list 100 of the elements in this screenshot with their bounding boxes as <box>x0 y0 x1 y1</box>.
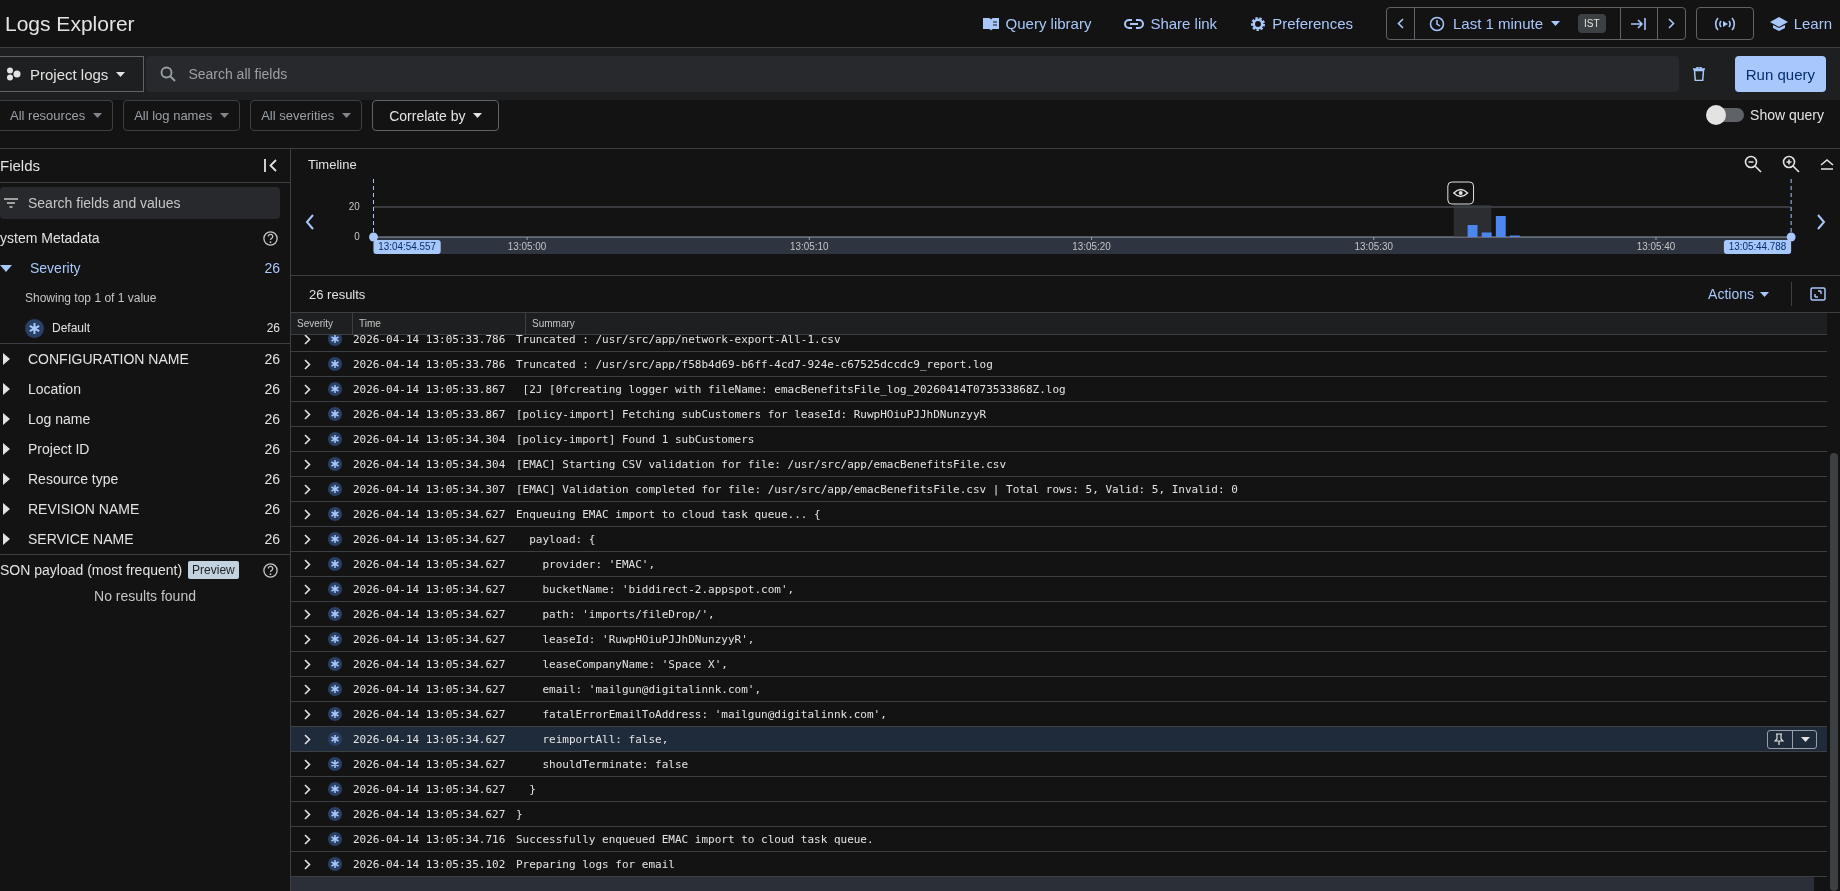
chevron-right-icon[interactable] <box>304 358 311 370</box>
summary-cell-text: [policy-import] Fetching subCustomers for leaseId: RuwpHOiuPJJhDNunzyyR <box>516 407 988 421</box>
filter-dropdown[interactable]: All resources <box>0 100 114 131</box>
chevron-right-icon[interactable] <box>304 683 311 695</box>
chevron-right-icon[interactable] <box>304 733 311 745</box>
chevron-right-icon[interactable] <box>1816 213 1826 230</box>
chevron-right-icon[interactable] <box>304 658 311 670</box>
actions-dropdown[interactable]: Actions <box>1708 282 1792 306</box>
default-severity-icon <box>328 782 342 796</box>
summary-cell-text: [policy-import] Found 1 subCustomers <box>516 432 756 446</box>
header-link[interactable]: Share link <box>1124 15 1218 32</box>
default-severity-icon <box>328 707 342 721</box>
chevron-right-icon[interactable] <box>304 335 311 345</box>
scrollbar-thumb[interactable] <box>1830 453 1838 891</box>
log-row[interactable]: 2026-04-14 13:05:34.627 reimportAll: false, <box>291 727 1827 752</box>
field-row[interactable]: SERVICE NAME 26 <box>0 524 290 554</box>
graduation-cap-icon <box>1769 16 1788 31</box>
trash-icon[interactable] <box>1692 67 1705 81</box>
chevron-right-icon[interactable] <box>304 783 311 795</box>
collapse-panel-icon[interactable] <box>264 159 278 172</box>
fields-search-field[interactable]: Search fields and values <box>0 187 280 219</box>
chevron-right-icon[interactable] <box>304 858 311 870</box>
field-row[interactable]: Location 26 <box>0 374 290 404</box>
log-row[interactable]: 2026-04-14 13:05:34.304 [EMAC] Starting CSV validation for file: /usr/src/app/emacBenefitsFile.csv <box>291 452 1827 477</box>
chevron-right-icon[interactable] <box>304 583 311 595</box>
run-query-button[interactable]: Run query <box>1734 56 1826 92</box>
range-end-handle[interactable] <box>1786 178 1796 242</box>
chevron-right-icon[interactable] <box>304 508 311 520</box>
collapse-timeline-icon[interactable] <box>1820 158 1834 170</box>
field-row[interactable]: Severity 26 <box>0 253 290 283</box>
log-row[interactable]: 2026-04-14 13:05:34.304 [policy-import] Found 1 subCustomers <box>291 427 1827 452</box>
learn-link[interactable]: Learn <box>1769 15 1832 32</box>
chevron-right-icon[interactable] <box>304 383 311 395</box>
header-link[interactable]: Preferences <box>1250 15 1353 32</box>
app-title: Logs Explorer <box>5 11 135 36</box>
chevron-right-icon[interactable] <box>1667 18 1675 29</box>
help-icon[interactable] <box>263 562 278 578</box>
search-field[interactable]: Search all fields <box>146 56 1679 92</box>
log-row[interactable]: 2026-04-14 13:05:34.627 email: 'mailgun@digitalinnk.com', <box>291 677 1827 702</box>
log-row[interactable]: 2026-04-14 13:05:34.627 bucketName: 'biddirect-2.appspot.com', <box>291 577 1827 602</box>
chevron-right-icon[interactable] <box>304 758 311 770</box>
preview-tooltip[interactable] <box>1447 181 1475 205</box>
zoom-out-icon[interactable] <box>1744 155 1762 173</box>
range-end-label: 13:05:44.788 <box>1723 240 1792 254</box>
log-row[interactable]: 2026-04-14 13:05:33.867 [policy-import] Fetching subCustomers for leaseId: RuwpHOiuPJJhDNunzyyR <box>291 402 1827 427</box>
log-row[interactable]: 2026-04-14 13:05:34.627 Enqueuing EMAC import to cloud task queue... { <box>291 502 1827 527</box>
log-row[interactable]: 2026-04-14 13:05:34.716 Successfully enqueued EMAC import to cloud task queue. <box>291 827 1827 852</box>
column-header[interactable]: Summary <box>526 313 1827 334</box>
field-row[interactable]: Log name 26 <box>0 404 290 434</box>
log-row[interactable]: 2026-04-14 13:05:33.786 Truncated : /usr/src/app/network-export-All-1.csv <box>291 335 1827 352</box>
caret-icon <box>342 113 352 118</box>
zoom-in-icon[interactable] <box>1782 155 1800 173</box>
chevron-right-icon[interactable] <box>304 808 311 820</box>
chevron-right-icon[interactable] <box>304 833 311 845</box>
chevron-right-icon[interactable] <box>304 458 311 470</box>
column-header[interactable]: Time <box>353 313 526 334</box>
pin-menu-button[interactable] <box>1767 729 1817 749</box>
log-row[interactable]: 2026-04-14 13:05:34.627 leaseId: 'RuwpHOiuPJJhDNunzyyR', <box>291 627 1827 652</box>
histogram-bar[interactable] <box>1495 216 1506 237</box>
field-value-row[interactable]: Default 26 <box>0 313 290 343</box>
timezone-badge: IST <box>1578 14 1606 33</box>
log-row[interactable]: 2026-04-14 13:05:34.307 [EMAC] Validation completed for file: /usr/src/app/emacBenefitsFile.csv | Total rows: 5, Valid: 5, Invalid: 0 <box>291 477 1827 502</box>
log-row[interactable]: 2026-04-14 13:05:33.867 [2J [0fcreating logger with fileName: emacBenefitsFile_log_20260414T073533868Z.log <box>291 377 1827 402</box>
expand-view-icon[interactable] <box>1810 287 1826 301</box>
log-row[interactable]: 2026-04-14 13:05:34.627 shouldTerminate: false <box>291 752 1827 777</box>
filter-dropdown[interactable]: All severities <box>250 100 363 131</box>
log-row[interactable]: 2026-04-14 13:05:34.627 leaseCompanyName: 'Space X', <box>291 652 1827 677</box>
log-row[interactable]: 2026-04-14 13:05:33.786 Truncated : /usr/src/app/f58b4d69-b6ff-4cd7-924e-c67525dccdc9_report.log <box>291 352 1827 377</box>
chevron-right-icon[interactable] <box>304 433 311 445</box>
default-severity-icon <box>328 482 342 496</box>
chevron-right-icon[interactable] <box>304 608 311 620</box>
header-link[interactable]: Query library <box>981 15 1092 32</box>
field-row[interactable]: CONFIGURATION NAME 26 <box>0 344 290 374</box>
chevron-right-icon[interactable] <box>304 708 311 720</box>
log-row[interactable]: 2026-04-14 13:05:34.627 } <box>291 802 1827 827</box>
default-severity-icon <box>328 757 342 771</box>
chevron-left-icon[interactable] <box>1397 18 1404 29</box>
chevron-right-icon[interactable] <box>304 408 311 420</box>
field-row[interactable]: REVISION NAME 26 <box>0 494 290 524</box>
caret-icon <box>473 113 483 118</box>
field-row[interactable]: Resource type 26 <box>0 464 290 494</box>
project-logs-dropdown[interactable]: Project logs <box>0 56 145 92</box>
show-query-toggle[interactable]: Show query <box>1708 107 1824 123</box>
log-row[interactable]: 2026-04-14 13:05:34.627 payload: { <box>291 527 1827 552</box>
field-row[interactable]: Project ID 26 <box>0 434 290 464</box>
chevron-right-icon[interactable] <box>304 558 311 570</box>
range-start-handle[interactable] <box>369 178 378 242</box>
column-header[interactable]: Severity <box>291 313 353 334</box>
log-row[interactable]: 2026-04-14 13:05:34.627 } <box>291 777 1827 802</box>
log-row[interactable]: 2026-04-14 13:05:34.627 path: 'imports/fileDrop/', <box>291 602 1827 627</box>
log-row[interactable]: 2026-04-14 13:05:34.627 provider: 'EMAC', <box>291 552 1827 577</box>
chevron-left-icon[interactable] <box>305 213 315 230</box>
chevron-right-icon[interactable] <box>304 483 311 495</box>
correlate-dropdown[interactable]: Correlate by <box>372 100 500 131</box>
chevron-right-icon[interactable] <box>304 533 311 545</box>
help-icon[interactable] <box>263 230 278 246</box>
histogram-bar[interactable] <box>1481 232 1492 237</box>
chevron-right-icon[interactable] <box>304 633 311 645</box>
caret-icon <box>1801 736 1810 742</box>
filter-dropdown[interactable]: All log names <box>123 100 241 131</box>
